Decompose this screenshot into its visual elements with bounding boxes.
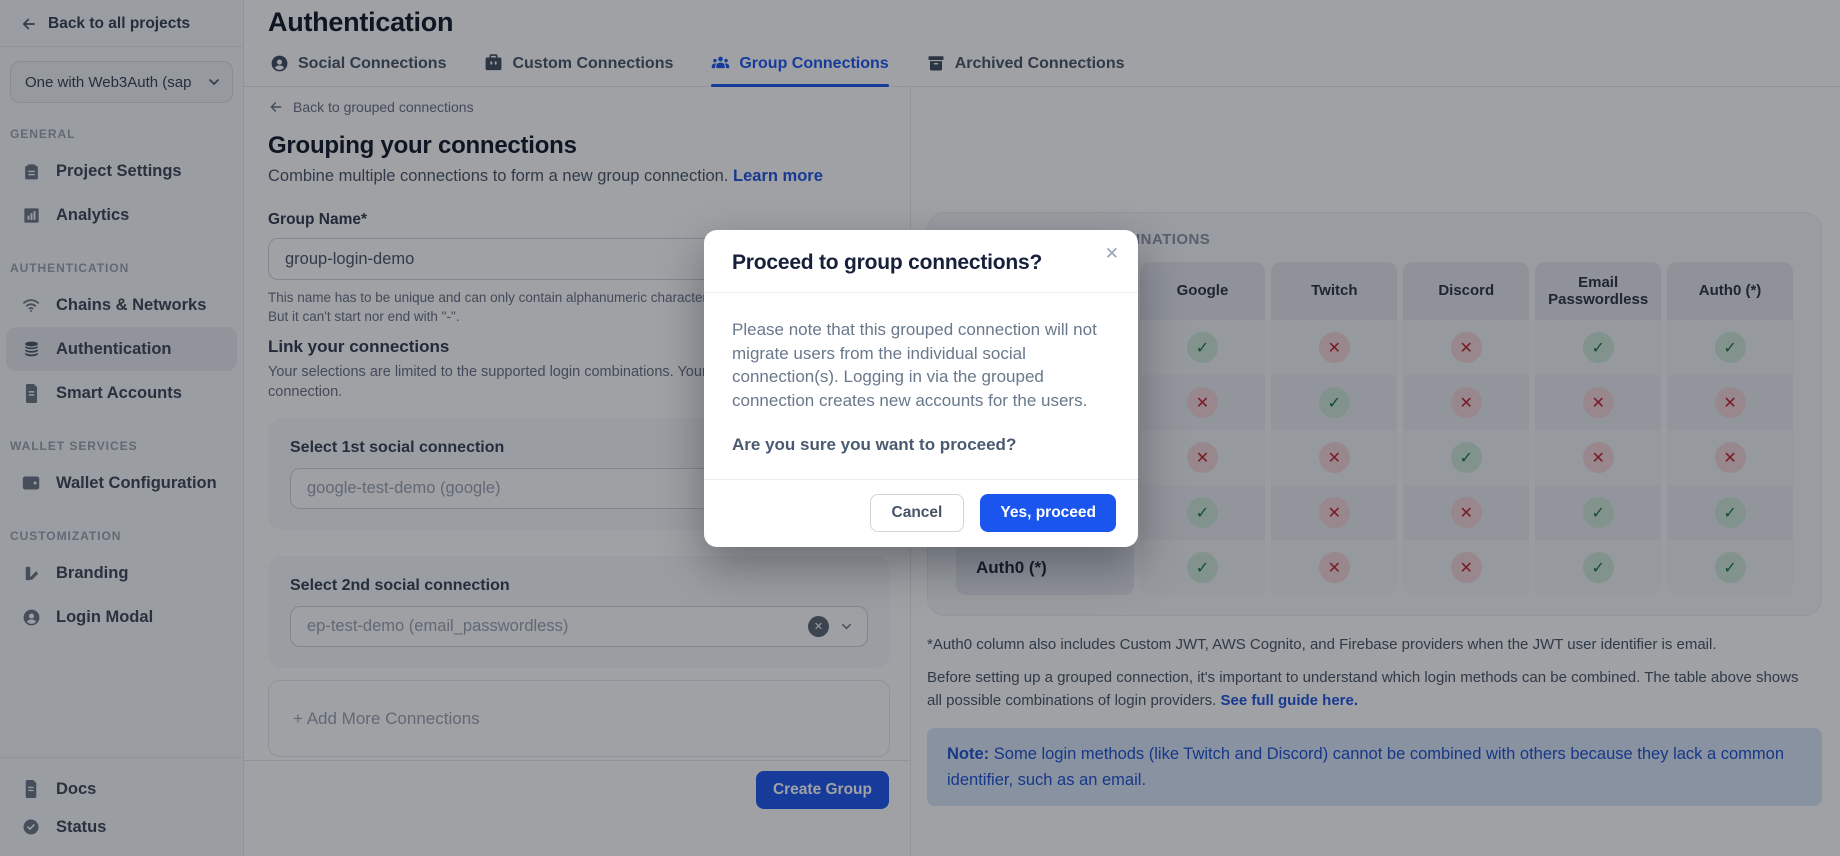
modal-title: Proceed to group connections? xyxy=(732,251,1110,275)
close-icon[interactable]: ✕ xyxy=(1105,245,1119,262)
proceed-modal: Proceed to group connections? ✕ Please n… xyxy=(704,230,1138,547)
modal-footer: Cancel Yes, proceed xyxy=(704,480,1138,547)
modal-question: Are you sure you want to proceed? xyxy=(732,435,1110,455)
modal-body: Please note that this grouped connection… xyxy=(704,293,1138,480)
confirm-button[interactable]: Yes, proceed xyxy=(980,494,1116,532)
modal-header: Proceed to group connections? ✕ xyxy=(704,230,1138,293)
modal-message: Please note that this grouped connection… xyxy=(732,318,1110,412)
cancel-button[interactable]: Cancel xyxy=(870,494,965,532)
